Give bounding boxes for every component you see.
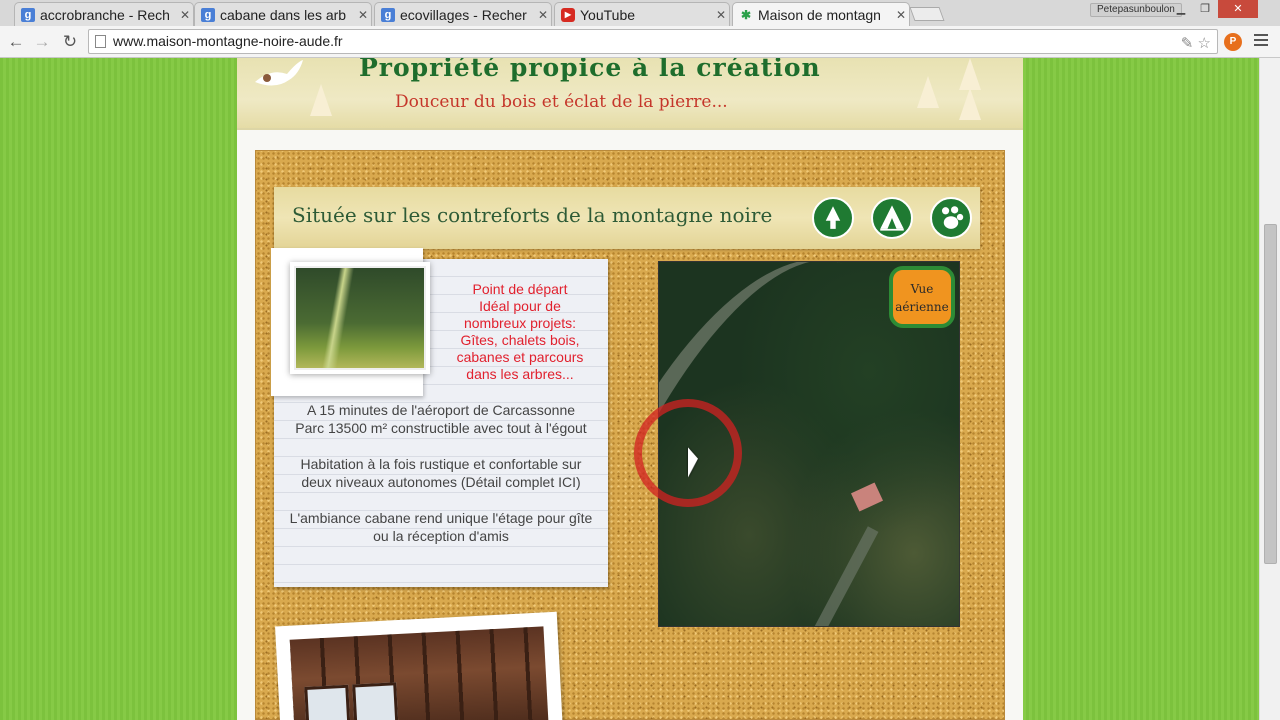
google-icon: g <box>381 7 395 22</box>
page-scrollbar[interactable] <box>1259 58 1280 720</box>
house-roof-shape <box>850 482 884 512</box>
new-tab-button[interactable] <box>909 7 945 21</box>
tab-title: YouTube <box>580 6 636 23</box>
address-bar[interactable]: www.maison-montagne-noire-aude.fr ✎ ☆ <box>88 29 1218 54</box>
note-text-details-link[interactable]: deux niveaux autonomes (Détail complet I… <box>274 473 608 491</box>
bookmark-star-icon[interactable]: ☆ <box>1198 35 1211 52</box>
note-text-habitation: Habitation à la fois rustique et confort… <box>300 456 582 472</box>
forest-photo-frame <box>271 248 430 396</box>
tab-title: ecovillages - Recher <box>400 6 527 23</box>
site-icon: ✱ <box>740 7 752 22</box>
pine-tree-icon <box>310 84 332 116</box>
forward-arrow-icon[interactable]: → <box>30 30 54 54</box>
close-tab-icon[interactable]: ✕ <box>893 8 909 22</box>
road-shape <box>811 526 879 626</box>
note-text-park: Parc 13500 m² constructible avec tout à … <box>295 420 587 436</box>
reload-icon[interactable]: ↻ <box>58 30 82 54</box>
page-viewport: Propriété propice à la création Douceur … <box>0 58 1280 720</box>
tab-ecovillages[interactable]: g ecovillages - Recher ✕ <box>374 2 552 26</box>
note-text-reception: ou la réception d'amis <box>373 528 509 544</box>
tab-maison-montagne[interactable]: ✱ Maison de montagn ✕ <box>732 2 910 26</box>
tab-title: Maison de montagn <box>758 6 881 23</box>
site-banner: Propriété propice à la création Douceur … <box>237 58 1023 130</box>
tab-title: cabane dans les arb <box>220 6 347 23</box>
minimize-icon[interactable]: ▁ <box>1170 0 1192 18</box>
close-tab-icon[interactable]: ✕ <box>713 8 729 22</box>
aerial-view-badge[interactable]: Vue aérienne <box>889 266 955 328</box>
interior-photo[interactable] <box>289 626 549 720</box>
paw-print-icon[interactable] <box>930 197 972 239</box>
tab-strip: g accrobranche - Rech ✕ g cabane dans le… <box>0 0 1280 26</box>
interior-photo-frame <box>275 611 563 720</box>
close-tab-icon[interactable]: ✕ <box>535 8 551 22</box>
page-container: Propriété propice à la création Douceur … <box>237 58 1023 720</box>
banner-title: Propriété propice à la création <box>359 58 821 82</box>
tent-icon[interactable] <box>871 197 913 239</box>
profile-badge[interactable]: Petepasunboulon <box>1090 3 1182 17</box>
pine-tree-icon <box>959 88 981 120</box>
tree-icon[interactable] <box>812 197 854 239</box>
back-arrow-icon[interactable]: ← <box>4 30 28 54</box>
browser-chrome: g accrobranche - Rech ✕ g cabane dans le… <box>0 0 1280 58</box>
tab-title: accrobranche - Rech <box>40 6 170 23</box>
mouse-cursor-icon <box>688 447 698 481</box>
note-highlight-text: Point de départ Idéal pour de nombreux p… <box>456 281 584 382</box>
youtube-icon: ▶ <box>561 7 575 22</box>
close-tab-icon[interactable]: ✕ <box>355 8 371 22</box>
section-heading: Située sur les contreforts de la montagn… <box>292 203 773 227</box>
url-text: www.maison-montagne-noire-aude.fr <box>113 33 343 49</box>
pine-tree-icon <box>959 58 981 90</box>
tab-accrobranche[interactable]: g accrobranche - Rech ✕ <box>14 2 194 26</box>
section-heading-bar: Située sur les contreforts de la montagn… <box>274 187 980 249</box>
extension-tool-icon[interactable]: ✎ <box>1181 35 1194 52</box>
menu-icon[interactable] <box>1254 34 1268 48</box>
note-text-ambiance: L'ambiance cabane rend unique l'étage po… <box>289 510 593 526</box>
restore-icon[interactable]: ❐ <box>1194 0 1216 18</box>
page-icon <box>95 35 106 48</box>
browser-toolbar: ← → ↻ www.maison-montagne-noire-aude.fr … <box>0 26 1280 58</box>
tab-cabane[interactable]: g cabane dans les arb ✕ <box>194 2 372 26</box>
google-icon: g <box>201 7 215 22</box>
corkboard: Située sur les contreforts de la montagn… <box>255 150 1005 720</box>
close-window-icon[interactable]: ✕ <box>1218 0 1258 18</box>
note-text-airport: A 15 minutes de l'aéroport de Carcassonn… <box>306 402 576 418</box>
bird-icon <box>255 60 303 86</box>
google-icon: g <box>21 7 35 22</box>
scrollbar-thumb[interactable] <box>1264 224 1277 564</box>
close-tab-icon[interactable]: ✕ <box>177 8 193 22</box>
forest-photo[interactable] <box>294 266 426 370</box>
pine-tree-icon <box>917 76 939 108</box>
banner-subtitle: Douceur du bois et éclat de la pierre... <box>395 92 728 112</box>
tab-youtube[interactable]: ▶ YouTube ✕ <box>554 2 730 26</box>
extension-icon[interactable]: P <box>1224 33 1242 51</box>
